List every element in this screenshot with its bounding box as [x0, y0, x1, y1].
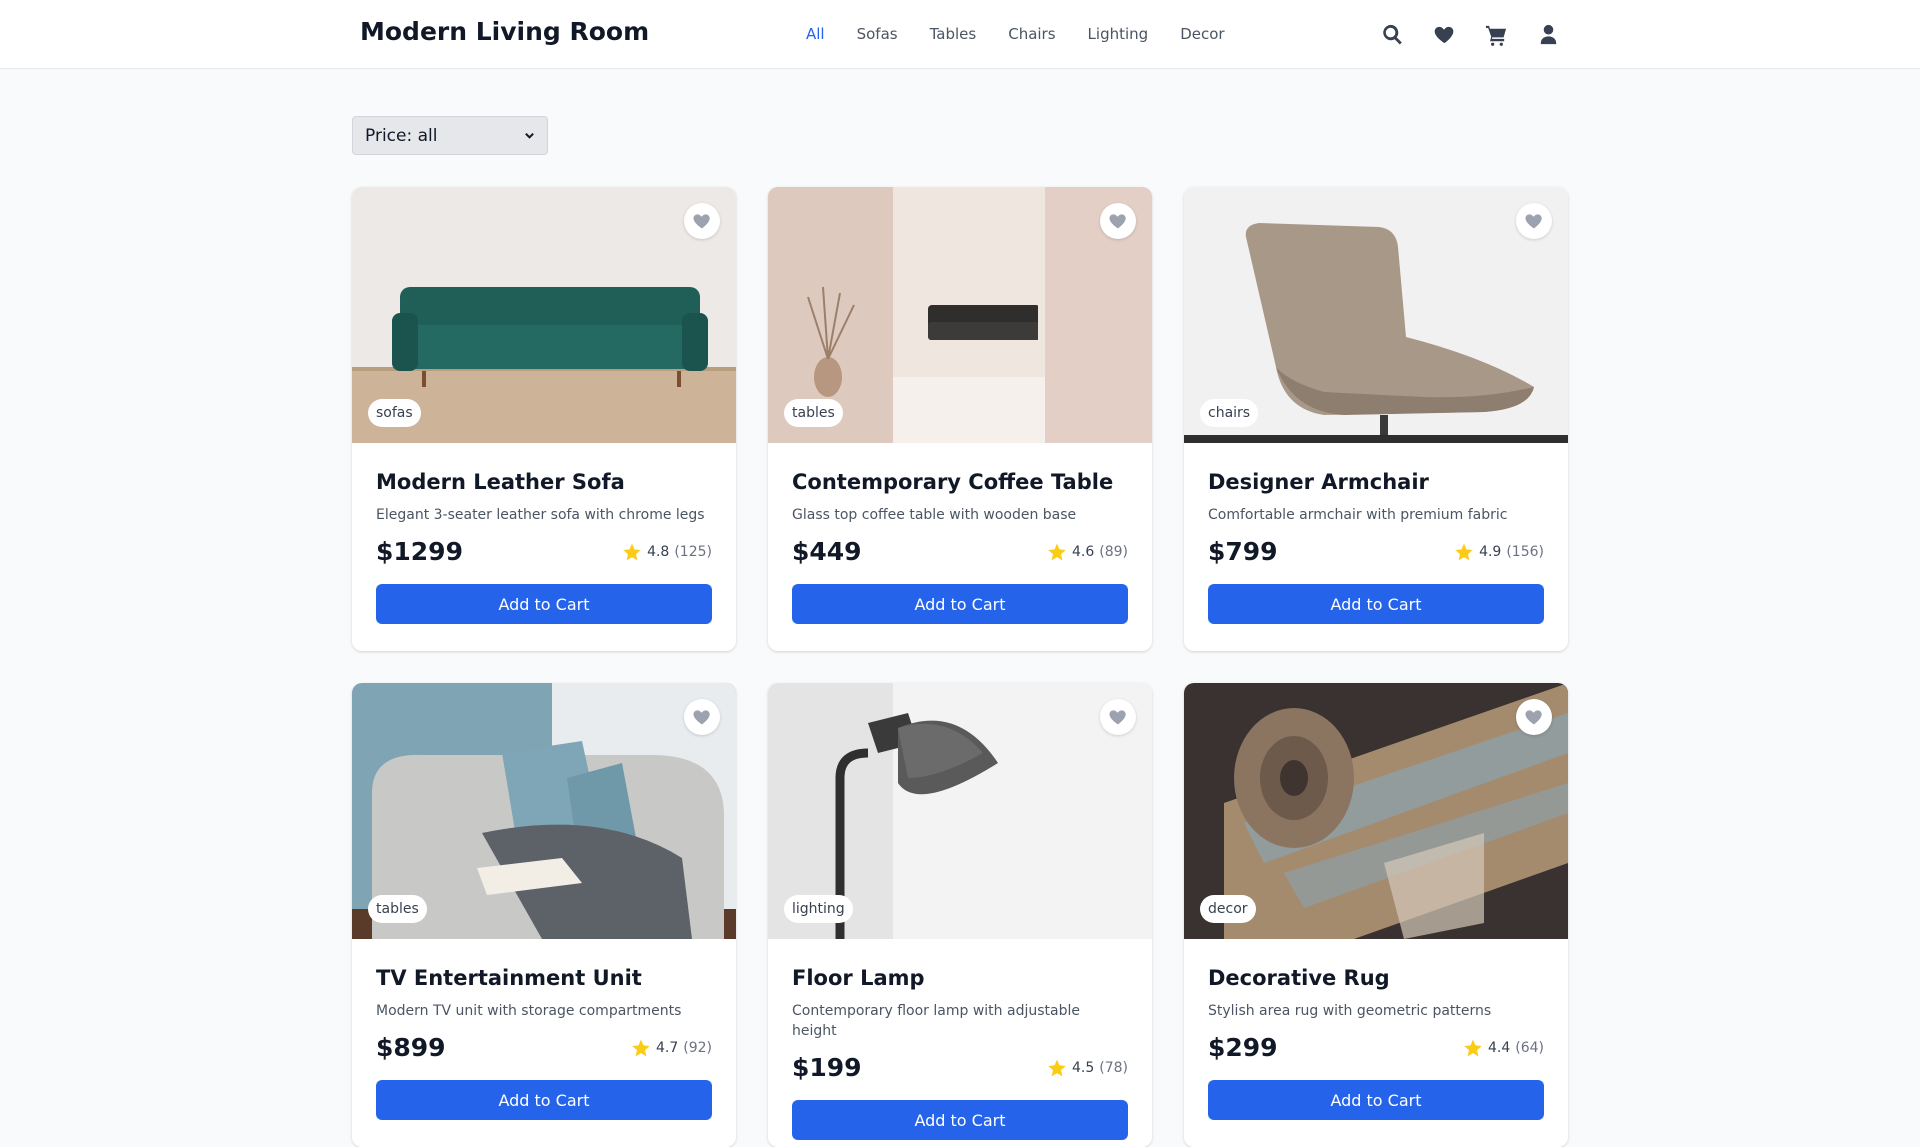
product-description: Stylish area rug with geometric patterns — [1208, 1003, 1492, 1019]
product-title[interactable]: Designer Armchair — [1208, 467, 1544, 497]
category-badge: lighting — [784, 895, 853, 923]
product-description: Glass top coffee table with wooden base — [792, 507, 1077, 523]
add-to-cart-button[interactable]: Add to Cart — [1208, 1080, 1544, 1120]
product-card: tables Contemporary Coffee Table Glass t… — [768, 187, 1152, 651]
add-to-cart-button[interactable]: Add to Cart — [1208, 584, 1544, 624]
favorite-button[interactable] — [1100, 203, 1136, 239]
star-icon — [1048, 1059, 1066, 1076]
product-description: Comfortable armchair with premium fabric — [1208, 507, 1508, 523]
product-price: $1299 — [376, 537, 463, 566]
category-badge: sofas — [368, 399, 421, 427]
user-icon[interactable] — [1536, 20, 1560, 48]
nav-item-lighting[interactable]: Lighting — [1088, 25, 1149, 43]
rating-value: 4.8 — [647, 543, 670, 560]
add-to-cart-button[interactable]: Add to Cart — [792, 584, 1128, 624]
top-bar: Modern Living Room All Sofas Tables Chai… — [0, 0, 1920, 69]
price-filter-value: Price: all — [365, 125, 438, 146]
nav-item-sofas[interactable]: Sofas — [857, 25, 898, 43]
heart-icon — [1109, 710, 1126, 725]
heart-icon[interactable] — [1432, 20, 1456, 48]
nav-item-tables[interactable]: Tables — [930, 25, 977, 43]
review-count: (78) — [1099, 1059, 1128, 1076]
product-rating: 4.4 (64) — [1463, 1038, 1544, 1058]
product-image[interactable]: decor — [1184, 683, 1568, 939]
product-price: $449 — [792, 537, 862, 566]
nav-item-decor[interactable]: Decor — [1180, 25, 1224, 43]
heart-icon — [1109, 214, 1126, 229]
product-card: decor Decorative Rug Stylish area rug wi… — [1184, 683, 1568, 1147]
cart-icon[interactable] — [1484, 20, 1508, 48]
chevron-down-icon — [525, 132, 534, 139]
product-rating: 4.6 (89) — [1047, 542, 1128, 562]
product-price: $299 — [1208, 1033, 1278, 1062]
heart-icon — [1525, 710, 1542, 725]
product-description: Modern TV unit with storage compartments — [376, 1003, 682, 1019]
star-icon — [632, 1039, 650, 1056]
product-rating: 4.8 (125) — [622, 542, 712, 562]
add-to-cart-button[interactable]: Add to Cart — [792, 1100, 1128, 1140]
product-description: Elegant 3-seater leather sofa with chrom… — [376, 507, 705, 523]
product-image[interactable]: tables — [768, 187, 1152, 443]
category-nav: All Sofas Tables Chairs Lighting Decor — [806, 25, 1225, 43]
product-title[interactable]: TV Entertainment Unit — [376, 963, 712, 993]
star-icon — [623, 543, 641, 560]
favorite-button[interactable] — [1100, 699, 1136, 735]
product-card: sofas Modern Leather Sofa Elegant 3-seat… — [352, 187, 736, 651]
search-icon[interactable] — [1380, 20, 1404, 48]
product-card: lighting Floor Lamp Contemporary floor l… — [768, 683, 1152, 1147]
product-image[interactable]: sofas — [352, 187, 736, 443]
category-badge: tables — [784, 399, 843, 427]
heart-icon — [693, 710, 710, 725]
category-badge: decor — [1200, 895, 1256, 923]
product-title[interactable]: Contemporary Coffee Table — [792, 467, 1128, 497]
header-actions — [1380, 20, 1560, 48]
category-badge: chairs — [1200, 399, 1259, 427]
add-to-cart-button[interactable]: Add to Cart — [376, 1080, 712, 1120]
heart-icon — [1525, 214, 1542, 229]
product-title[interactable]: Floor Lamp — [792, 963, 1128, 993]
product-image[interactable]: chairs — [1184, 187, 1568, 443]
favorite-button[interactable] — [684, 203, 720, 239]
product-rating: 4.5 (78) — [1047, 1058, 1128, 1078]
star-icon — [1455, 543, 1473, 560]
rating-value: 4.7 — [655, 1039, 679, 1056]
product-price: $899 — [376, 1033, 446, 1062]
review-count: (125) — [674, 543, 712, 560]
product-price: $799 — [1208, 537, 1278, 566]
product-image[interactable]: tables — [352, 683, 736, 939]
rating-value: 4.9 — [1479, 543, 1502, 560]
review-count: (92) — [683, 1039, 712, 1056]
product-description: Contemporary floor lamp with adjustable … — [792, 1003, 1080, 1039]
add-to-cart-button[interactable]: Add to Cart — [376, 584, 712, 624]
favorite-button[interactable] — [1516, 203, 1552, 239]
favorite-button[interactable] — [684, 699, 720, 735]
favorite-button[interactable] — [1516, 699, 1552, 735]
product-price: $199 — [792, 1053, 862, 1082]
product-title[interactable]: Decorative Rug — [1208, 963, 1544, 993]
nav-item-chairs[interactable]: Chairs — [1008, 25, 1055, 43]
rating-value: 4.4 — [1487, 1039, 1511, 1056]
review-count: (156) — [1506, 543, 1544, 560]
review-count: (64) — [1515, 1039, 1544, 1056]
product-card: tables TV Entertainment Unit Modern TV u… — [352, 683, 736, 1147]
product-grid: sofas Modern Leather Sofa Elegant 3-seat… — [352, 187, 1568, 1147]
product-card: chairs Designer Armchair Comfortable arm… — [1184, 187, 1568, 651]
product-rating: 4.7 (92) — [631, 1038, 712, 1058]
review-count: (89) — [1099, 543, 1128, 560]
star-icon — [1048, 543, 1066, 560]
product-rating: 4.9 (156) — [1454, 542, 1544, 562]
product-title[interactable]: Modern Leather Sofa — [376, 467, 712, 497]
rating-value: 4.6 — [1071, 543, 1095, 560]
price-filter-select[interactable]: Price: all — [352, 116, 548, 155]
product-image[interactable]: lighting — [768, 683, 1152, 939]
star-icon — [1464, 1039, 1482, 1056]
heart-icon — [693, 214, 710, 229]
rating-value: 4.5 — [1071, 1059, 1095, 1076]
category-badge: tables — [368, 895, 427, 923]
nav-item-all[interactable]: All — [806, 25, 825, 43]
site-title[interactable]: Modern Living Room — [360, 17, 649, 46]
